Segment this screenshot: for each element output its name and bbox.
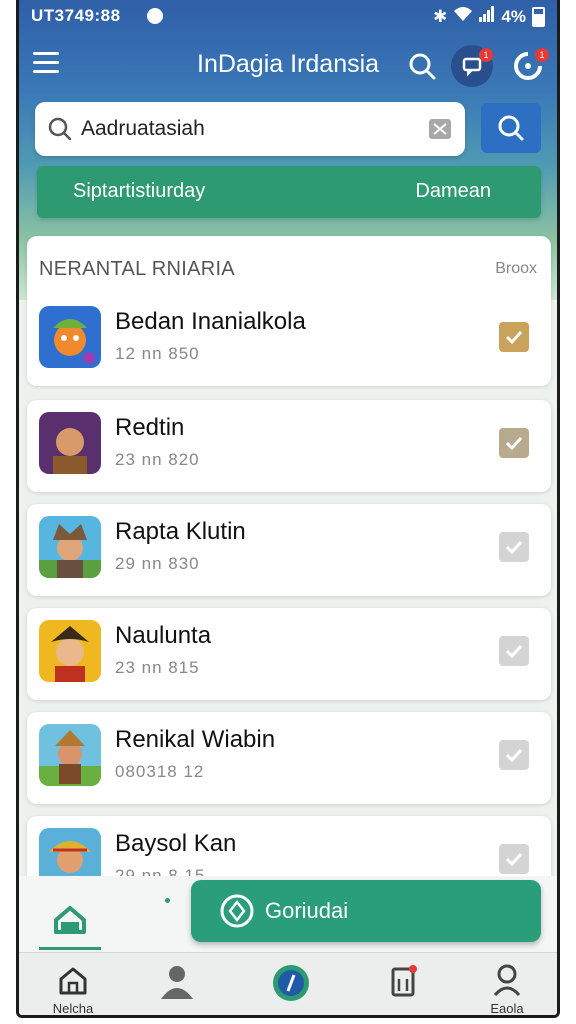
messages-button[interactable]: 1 [451, 45, 493, 87]
user-icon [161, 966, 193, 999]
status-right: ✱ 4% [433, 6, 545, 27]
game-avatar [39, 620, 101, 682]
indicator-dot [165, 898, 170, 903]
search-button[interactable] [401, 45, 443, 87]
home-icon [59, 967, 87, 995]
refresh-badge: 1 [535, 48, 549, 62]
person-icon [493, 964, 521, 997]
battery-icon [532, 6, 545, 27]
active-tab-indicator [39, 947, 101, 950]
signal-icon [479, 6, 495, 27]
checkbox[interactable] [499, 844, 529, 874]
action-bar: Goriudai [19, 876, 557, 952]
filter-bar[interactable]: Siptartistiurday Damean [37, 166, 541, 218]
list-item[interactable]: Renikal Wiabin 080318 12 [27, 712, 551, 804]
check-icon [505, 644, 523, 659]
item-sub: 29 nn 830 [115, 554, 200, 573]
phone-screen: UT3749:88 ✱ 4% InDagia Irdansia 1 1 Aadr… [16, 0, 560, 1018]
filter-right-label[interactable]: Damean [415, 180, 491, 203]
checkbox[interactable] [499, 428, 529, 458]
checkbox[interactable] [499, 322, 529, 352]
item-name: Rapta Klutin [115, 518, 246, 545]
status-time: UT3749:88 [31, 6, 121, 25]
item-name: Redtin [115, 414, 185, 441]
item-name: Naulunta [115, 622, 212, 649]
item-sub: 23 nn 815 [115, 658, 200, 677]
bluetooth-icon: ✱ [433, 6, 448, 26]
messages-badge: 1 [479, 48, 493, 62]
checkbox[interactable] [499, 532, 529, 562]
section-action[interactable]: Broox [495, 260, 537, 278]
item-name: Renikal Wiabin [115, 726, 276, 753]
search-value: Aadruatasiah [81, 117, 205, 140]
list-item[interactable]: Rapta Klutin 29 nn 830 [27, 504, 551, 596]
list-item[interactable]: Bedan Inanialkola 12 nn 850 [27, 294, 551, 386]
home-tab[interactable] [39, 896, 101, 950]
nav-home-label: Nelcha [52, 1001, 94, 1016]
check-icon [505, 436, 523, 451]
filter-left-label[interactable]: Siptartistiurday [73, 180, 205, 203]
check-icon [505, 330, 523, 345]
notification-icon [147, 8, 163, 24]
clear-icon[interactable] [429, 119, 451, 139]
search-icon [47, 116, 73, 147]
item-sub: 080318 12 [115, 762, 205, 781]
nav-explore[interactable] [261, 961, 321, 1015]
status-bar: UT3749:88 ✱ 4% [19, 0, 557, 34]
game-avatar [39, 724, 101, 786]
item-name: Baysol Kan [115, 830, 237, 857]
document-icon [391, 965, 417, 997]
wifi-icon [453, 6, 473, 27]
app-bar: InDagia Irdansia 1 1 [19, 38, 557, 92]
nav-profile[interactable] [147, 961, 207, 1015]
primary-action-label: Goriudai [265, 898, 349, 923]
primary-action-button[interactable]: Goriudai [191, 880, 541, 942]
nav-notifications[interactable] [373, 961, 433, 1015]
list-item[interactable]: Naulunta 23 nn 815 [27, 608, 551, 700]
nav-home[interactable]: Nelcha [43, 961, 103, 1016]
game-avatar [39, 412, 101, 474]
item-sub: 23 nn 820 [115, 450, 200, 469]
game-avatar [39, 516, 101, 578]
search-input[interactable]: Aadruatasiah [35, 102, 465, 156]
check-icon [505, 748, 523, 763]
nav-account-label: Eaola [490, 1001, 524, 1016]
game-avatar [39, 306, 101, 368]
check-icon [505, 852, 523, 867]
item-sub: 12 nn 850 [115, 344, 200, 363]
section-heading: NERANTAL RNIARIA [39, 258, 235, 280]
list-item[interactable]: Redtin 23 nn 820 [27, 400, 551, 492]
compass-icon [219, 893, 255, 935]
nav-account[interactable]: Eaola [477, 961, 537, 1016]
check-icon [505, 540, 523, 555]
bottom-navigation: Nelcha Eaola [19, 952, 557, 1016]
checkbox[interactable] [499, 740, 529, 770]
search-submit-button[interactable] [481, 103, 541, 153]
search-icon [409, 53, 436, 80]
item-name: Bedan Inanialkola [115, 308, 306, 335]
compass-icon [273, 965, 309, 1001]
search-icon [498, 115, 524, 141]
refresh-button[interactable]: 1 [507, 45, 549, 87]
checkbox[interactable] [499, 636, 529, 666]
menu-icon[interactable] [33, 52, 59, 74]
app-title: InDagia Irdansia [197, 50, 380, 78]
battery-percent: 4% [501, 6, 526, 26]
home-icon [54, 906, 86, 934]
